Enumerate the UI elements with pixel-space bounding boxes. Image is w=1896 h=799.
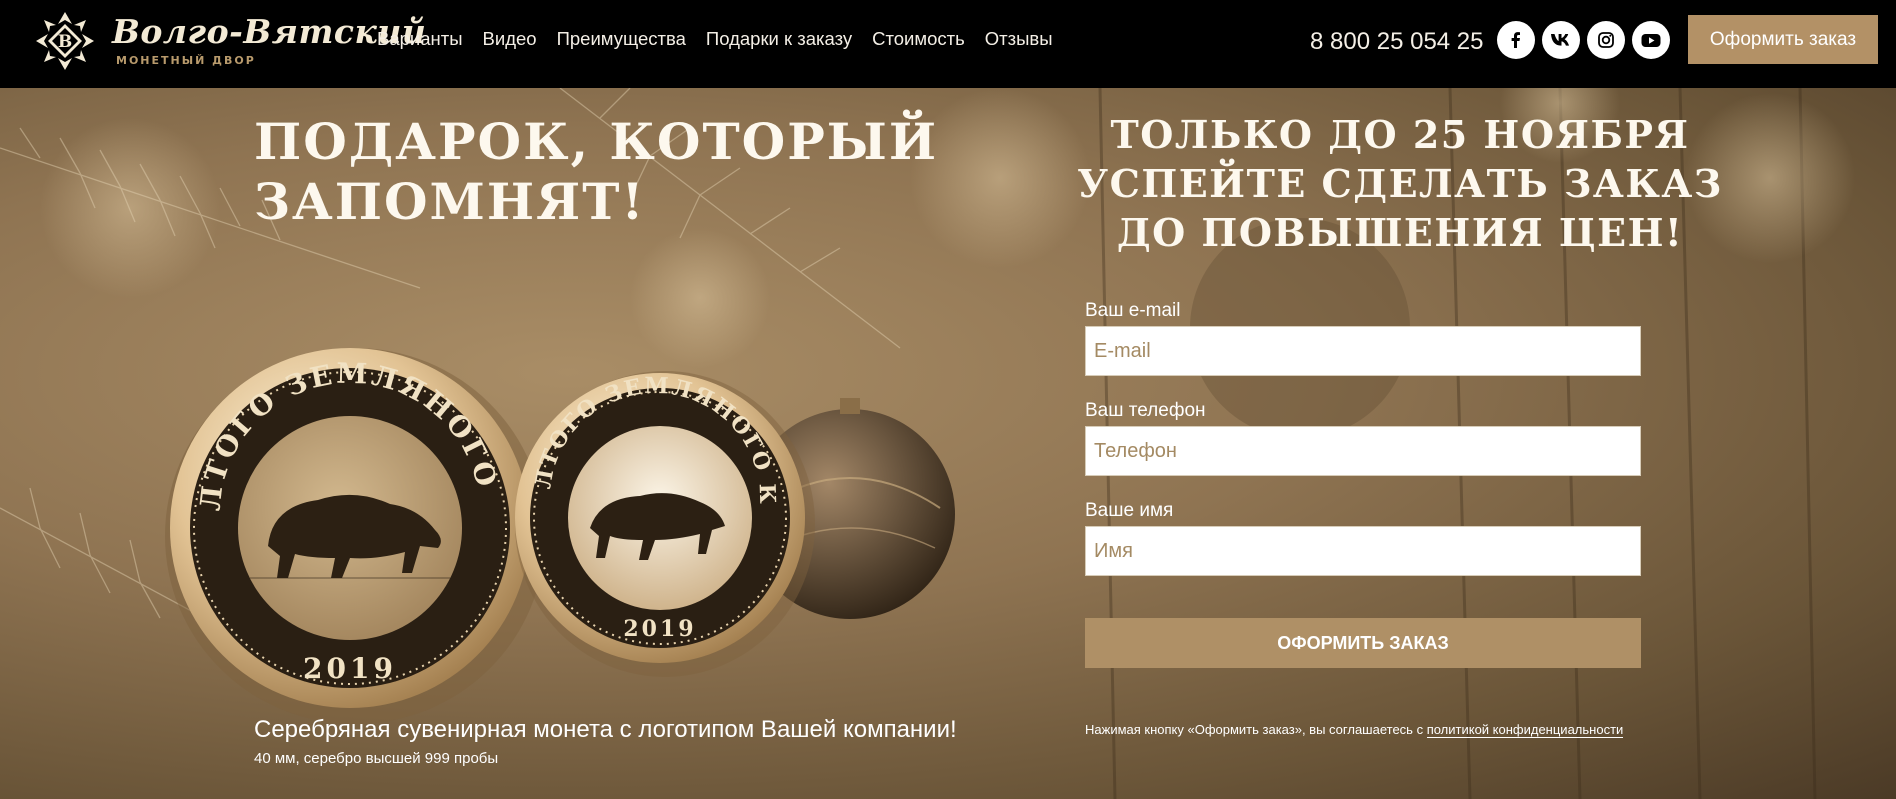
- privacy-policy-link[interactable]: политикой конфиденциальности: [1426, 722, 1624, 738]
- nav-variants[interactable]: Варианты: [377, 28, 463, 50]
- instagram-icon: [1598, 32, 1614, 48]
- logo-subtitle: МОНЕТНЫЙ ДВОР: [116, 54, 256, 67]
- phone-number[interactable]: 8 800 25 054 25: [1310, 28, 1484, 56]
- logo-letter: В: [58, 32, 72, 52]
- email-field[interactable]: E-mail: [1085, 326, 1641, 376]
- order-button[interactable]: Оформить заказ: [1688, 15, 1878, 64]
- order-form-layer: Ваш e-mail E-mail Ваш телефон Телефон Ва…: [0, 88, 1896, 799]
- phone-label: Ваш телефон: [1085, 400, 1206, 421]
- site-header: В Волго-Вятский МОНЕТНЫЙ ДВОР Варианты В…: [0, 0, 1896, 88]
- privacy-notice: Нажимая кнопку «Оформить заказ», вы согл…: [1085, 722, 1624, 738]
- vk-icon: [1551, 34, 1569, 46]
- facebook-icon: [1511, 32, 1520, 48]
- nav-reviews[interactable]: Отзывы: [985, 28, 1053, 50]
- logo[interactable]: В Волго-Вятский МОНЕТНЫЙ ДВОР: [34, 8, 426, 74]
- youtube-link[interactable]: [1632, 21, 1670, 59]
- name-label: Ваше имя: [1085, 500, 1174, 521]
- submit-order-button[interactable]: ОФОРМИТЬ ЗАКАЗ: [1085, 618, 1641, 668]
- main-nav: Варианты Видео Преимущества Подарки к за…: [377, 28, 1073, 50]
- vk-link[interactable]: [1542, 21, 1580, 59]
- nav-gifts[interactable]: Подарки к заказу: [706, 28, 852, 50]
- logo-emblem-icon: В: [36, 12, 94, 70]
- nav-advantages[interactable]: Преимущества: [557, 28, 686, 50]
- order-form: Ваш e-mail E-mail Ваш телефон Телефон Ва…: [1085, 300, 1641, 600]
- nav-price[interactable]: Стоимость: [872, 28, 965, 50]
- facebook-link[interactable]: [1497, 21, 1535, 59]
- nav-video[interactable]: Видео: [483, 28, 537, 50]
- youtube-icon: [1641, 33, 1661, 47]
- email-label: Ваш e-mail: [1085, 300, 1181, 321]
- instagram-link[interactable]: [1587, 21, 1625, 59]
- phone-field[interactable]: Телефон: [1085, 426, 1641, 476]
- social-links: [1497, 21, 1670, 59]
- privacy-notice-text: Нажимая кнопку «Оформить заказ», вы согл…: [1085, 722, 1427, 737]
- name-field[interactable]: Имя: [1085, 526, 1641, 576]
